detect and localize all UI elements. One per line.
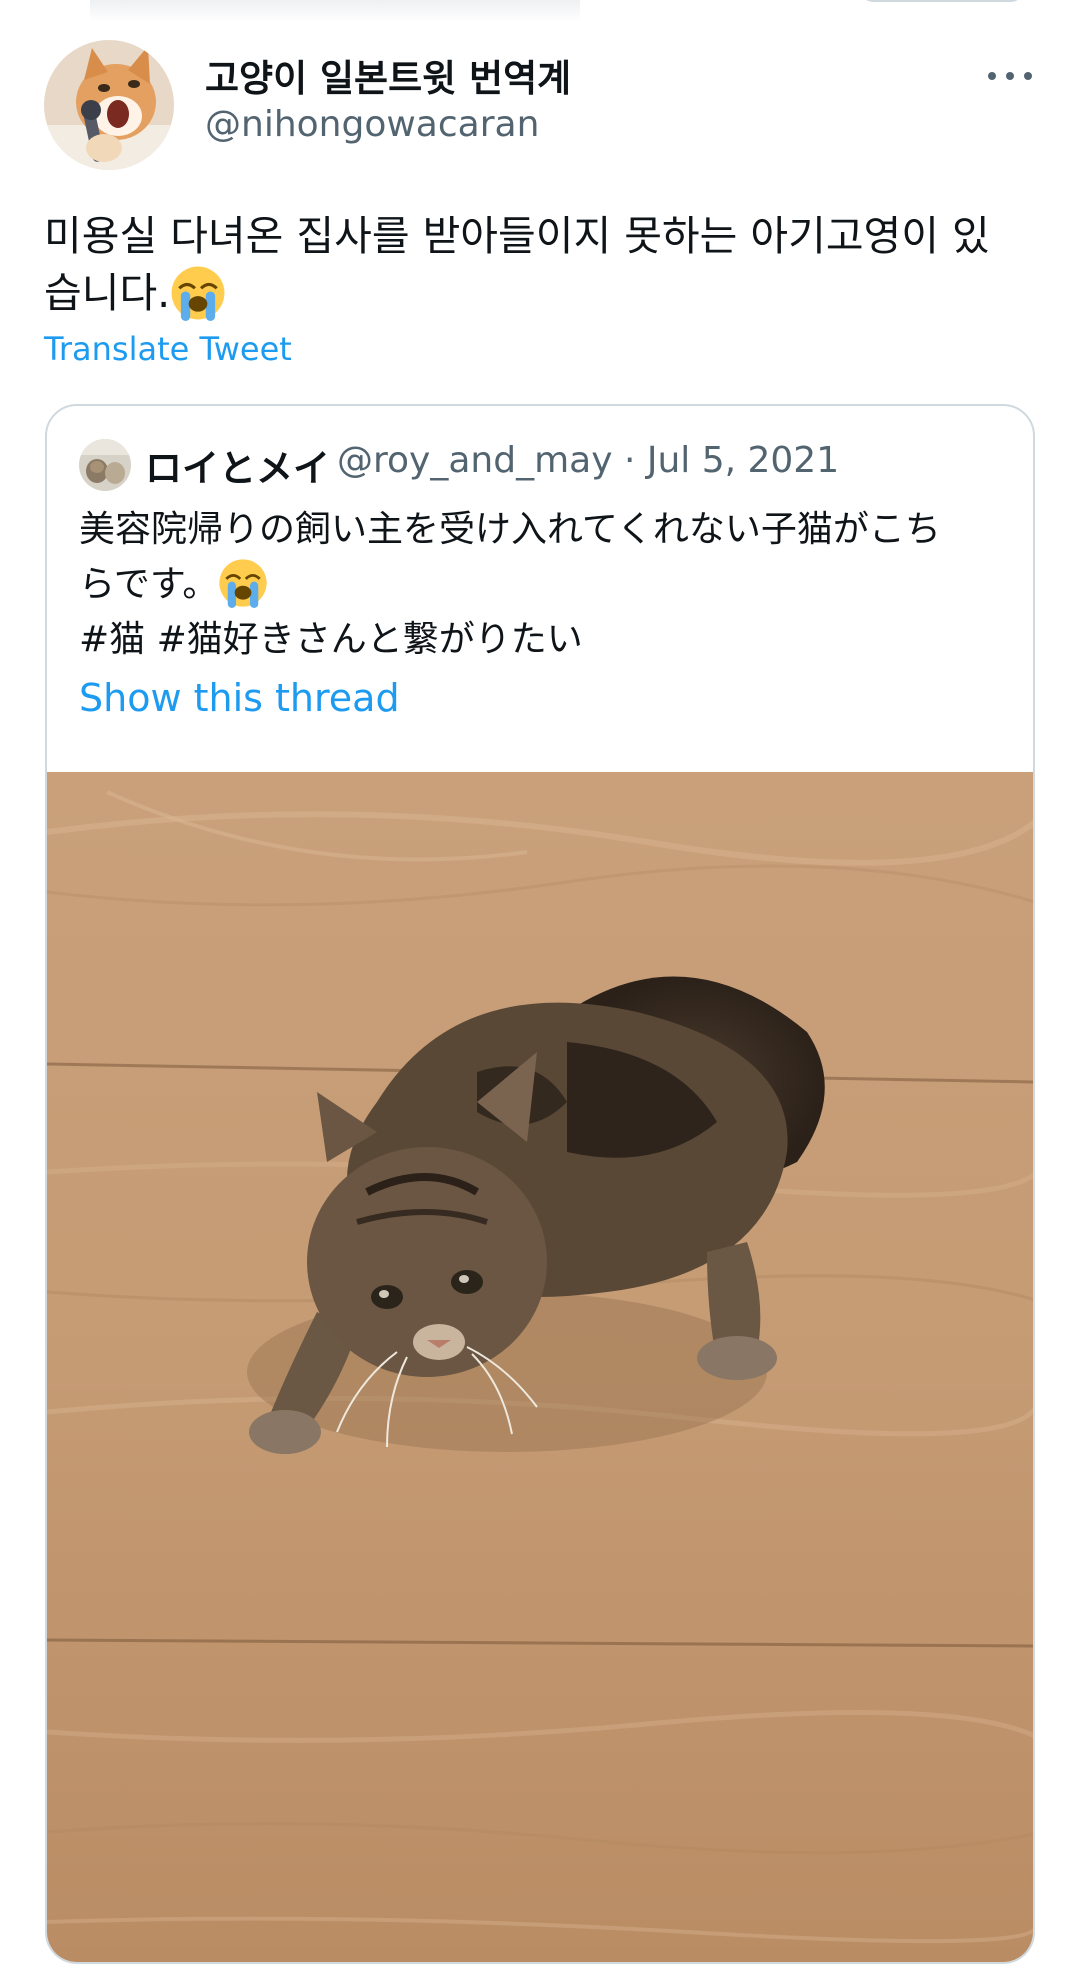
- loudly-crying-face-icon: [219, 559, 267, 608]
- quoted-tweet-card[interactable]: ロイとメイ @roy_and_may · Jul 5, 2021 美容院帰りの飼…: [45, 404, 1035, 1964]
- scrolled-content-edge: [90, 0, 580, 22]
- more-options-icon[interactable]: [984, 58, 1036, 94]
- translate-tweet-link[interactable]: Translate Tweet: [44, 330, 292, 368]
- quoted-tweet-text-content: 美容院帰りの飼い主を受け入れてくれない子猫がこち らです。: [79, 509, 941, 605]
- avatar[interactable]: [44, 40, 174, 170]
- top-button-edge[interactable]: [858, 0, 1026, 2]
- quoted-display-name[interactable]: ロイとメイ: [145, 438, 330, 492]
- loudly-crying-face-icon: [171, 266, 225, 321]
- quoted-avatar[interactable]: [79, 439, 131, 491]
- quoted-handle-and-date[interactable]: @roy_and_may · Jul 5, 2021: [337, 440, 839, 481]
- tweet-text: 미용실 다녀온 집사를 받아들이지 못하는 아기고영이 있 습니다.: [44, 208, 1044, 322]
- show-this-thread-link[interactable]: Show this thread: [79, 676, 400, 720]
- kitten-photo[interactable]: [47, 772, 1033, 1962]
- quoted-tweet-text: 美容院帰りの飼い主を受け入れてくれない子猫がこち らです。 #猫 #猫好きさんと…: [79, 502, 1009, 667]
- quoted-hashtags[interactable]: #猫 #猫好きさんと繋がりたい: [79, 619, 583, 660]
- display-name[interactable]: 고양이 일본트윗 번역계: [205, 48, 571, 102]
- username-handle[interactable]: @nihongowacaran: [205, 104, 539, 145]
